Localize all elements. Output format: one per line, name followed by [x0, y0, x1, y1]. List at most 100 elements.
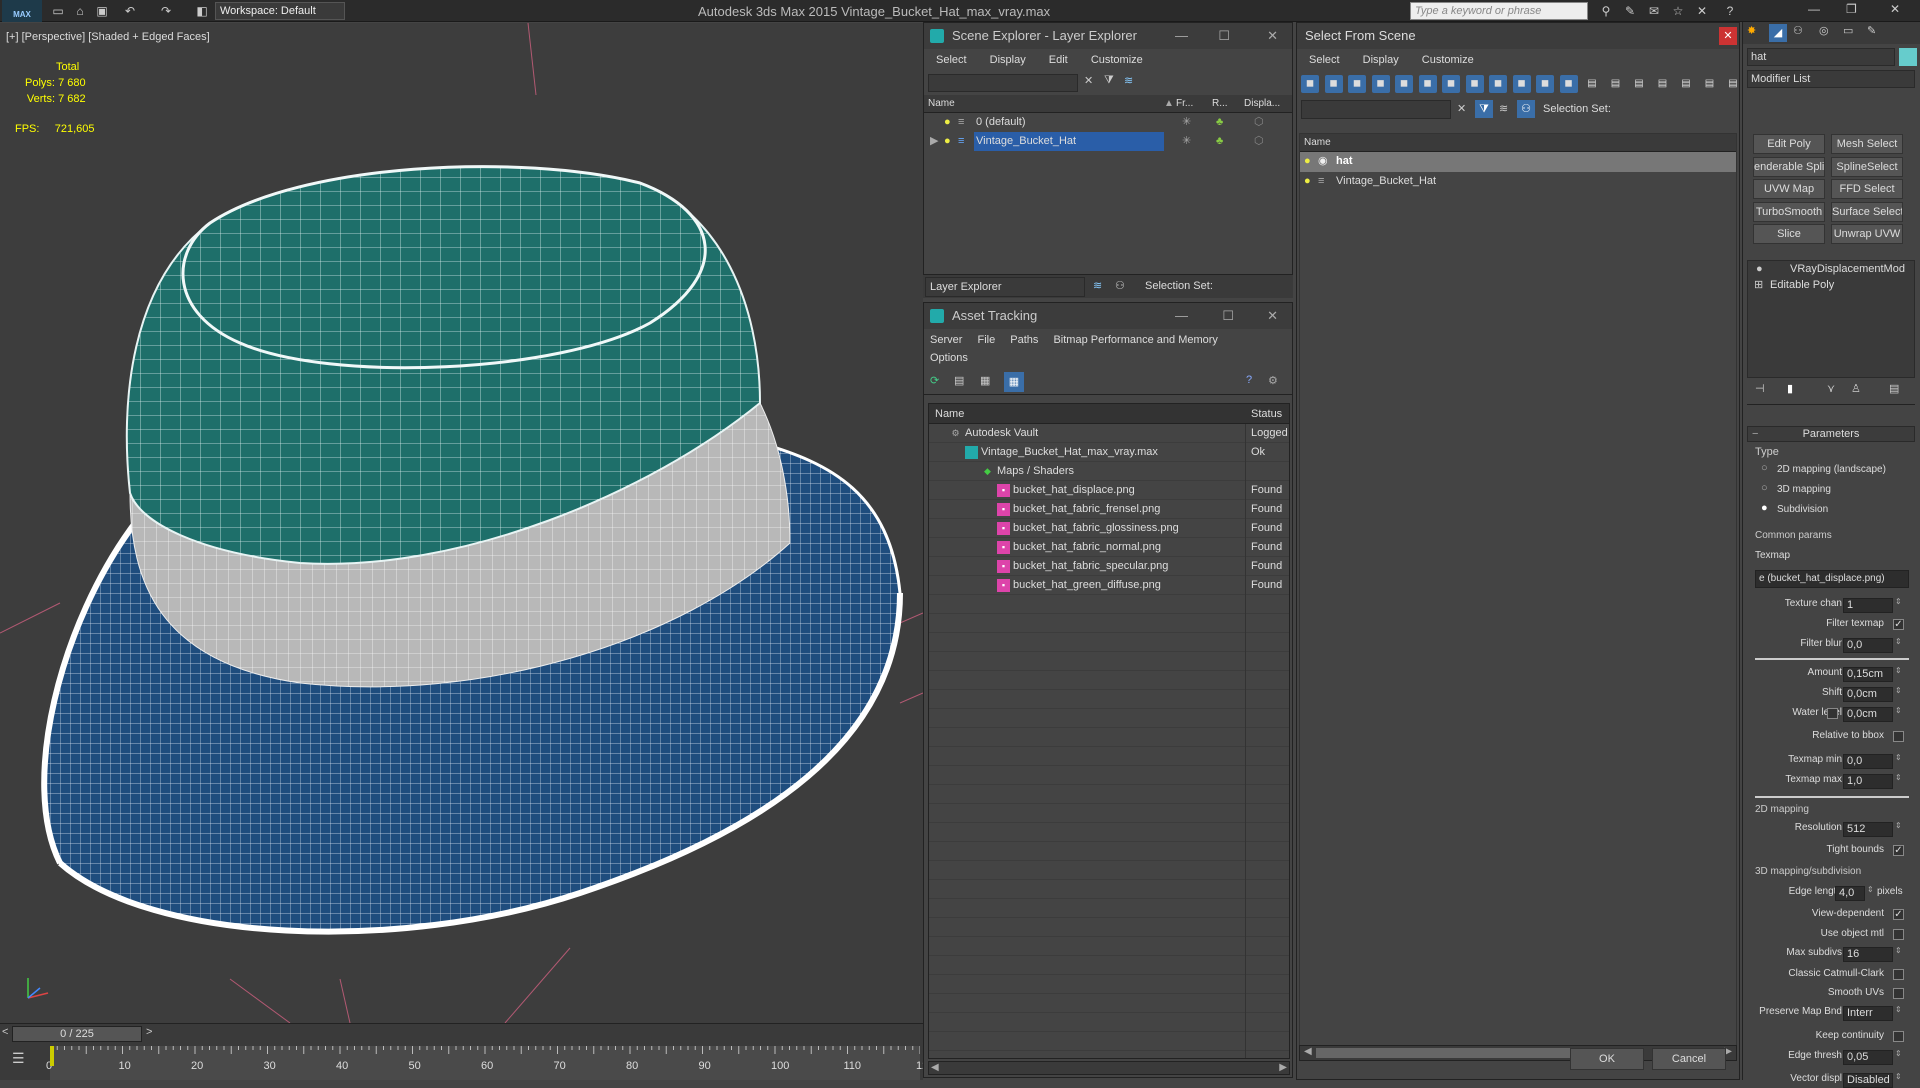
use-object-mtl-checkbox[interactable] — [1893, 929, 1904, 940]
display-cameras-icon[interactable]: ◼ — [1371, 75, 1390, 93]
display-bones-icon[interactable]: ◼ — [1489, 75, 1507, 93]
display-containers-icon[interactable]: ◼ — [1512, 75, 1531, 93]
scene-object-row[interactable]: ● ≡ Vintage_Bucket_Hat — [1300, 172, 1736, 192]
help-icon[interactable]: ? — [1722, 3, 1738, 19]
select-search-input[interactable] — [1301, 100, 1451, 119]
display-none-icon[interactable]: ▤ — [1607, 75, 1625, 93]
texmap-button[interactable]: e (bucket_hat_displace.png) — [1755, 570, 1909, 588]
freeze-icon[interactable]: ✳ — [1182, 113, 1191, 132]
menu-paths[interactable]: Paths — [1010, 334, 1038, 346]
layers-icon[interactable]: ≋ — [1499, 102, 1508, 115]
workspace-dropdown[interactable]: Workspace: Default — [215, 2, 345, 20]
object-color-swatch[interactable] — [1899, 48, 1917, 66]
ok-button[interactable]: OK — [1570, 1048, 1644, 1070]
filter-icon[interactable]: ⧩ — [1475, 100, 1493, 118]
display-xrefs-icon[interactable]: ◼ — [1465, 75, 1484, 93]
col-frozen[interactable]: Fr... — [1176, 95, 1193, 113]
display-all-icon[interactable]: ▤ — [1583, 75, 1601, 93]
lightbulb-icon[interactable]: ● — [1304, 152, 1311, 171]
spinner-arrows-icon[interactable]: ⇕ — [1895, 946, 1902, 955]
create-tab-icon[interactable]: ✸ — [1747, 24, 1756, 37]
modifier-button[interactable]: SplineSelect — [1831, 156, 1903, 177]
make-unique-icon[interactable]: ⋎ — [1827, 382, 1835, 395]
motion-tab-icon[interactable]: ◎ — [1819, 24, 1829, 37]
minimize-icon[interactable]: — — [1808, 2, 1820, 16]
save-file-icon[interactable]: ▣ — [94, 3, 110, 19]
asset-row[interactable]: Vintage_Bucket_Hat_max_vray.max Ok — [929, 443, 1289, 462]
spinner-arrows-icon[interactable]: ⇕ — [1895, 666, 1902, 675]
modifier-button[interactable]: FFD Select — [1831, 179, 1903, 199]
close-icon[interactable]: ✕ — [1267, 303, 1278, 329]
view-dependent-checkbox[interactable]: ✓ — [1893, 909, 1904, 920]
smooth-uvs-checkbox[interactable] — [1893, 988, 1904, 999]
scroll-left-icon[interactable]: ◀ — [931, 1062, 939, 1073]
maximize-icon[interactable]: ☐ — [1222, 303, 1234, 329]
modifier-button[interactable]: Edit Poly — [1753, 134, 1825, 154]
select-scene-titlebar[interactable]: Select From Scene ✕ — [1297, 23, 1739, 49]
asset-tracking-titlebar[interactable]: Asset Tracking — ☐ ✕ — [924, 303, 1292, 329]
menu-bitmap[interactable]: Bitmap Performance and Memory — [1053, 334, 1217, 346]
modifier-button[interactable]: Slice — [1753, 224, 1825, 244]
time-cursor[interactable] — [50, 1046, 54, 1066]
freeze-icon[interactable]: ✳ — [1182, 132, 1191, 151]
texmap-min-spinner[interactable]: 0,0 — [1843, 754, 1893, 769]
spinner-arrows-icon[interactable]: ⇕ — [1895, 1049, 1902, 1058]
menu-display[interactable]: Display — [990, 54, 1026, 66]
spinner-arrows-icon[interactable]: ⇕ — [1895, 773, 1902, 782]
select-invert-icon[interactable]: ▤ — [1701, 75, 1719, 93]
asset-row[interactable]: ▪ bucket_hat_fabric_glossiness.png Found — [929, 519, 1289, 538]
display-icon[interactable]: ⬡ — [1254, 132, 1264, 151]
radio-2d-icon[interactable]: ○ — [1761, 462, 1768, 474]
texture-channel-spinner[interactable]: 1 — [1843, 598, 1893, 613]
app-logo[interactable]: MAX — [2, 0, 42, 22]
prev-frame-icon[interactable]: < — [2, 1026, 8, 1038]
viewport-label[interactable]: [+] [Perspective] [Shaded + Edged Faces] — [6, 31, 210, 43]
asset-row[interactable]: ◆ Maps / Shaders — [929, 462, 1289, 481]
spinner-arrows-icon[interactable]: ⇕ — [1895, 637, 1902, 646]
modifier-button[interactable]: enderable Splir — [1753, 156, 1825, 177]
col-display[interactable]: Displa... — [1244, 95, 1280, 113]
hierarchy-tab-icon[interactable]: ⚇ — [1793, 24, 1803, 37]
thumbnail-view-icon[interactable]: ▦ — [980, 374, 990, 387]
settings-icon[interactable]: ⚙ — [1268, 374, 1278, 387]
resolution-spinner[interactable]: 512 — [1843, 822, 1893, 837]
display-hidden-icon[interactable]: ◼ — [1559, 75, 1578, 93]
display-lights-icon[interactable]: ◼ — [1348, 75, 1366, 93]
modifier-button[interactable]: TurboSmooth — [1753, 201, 1825, 222]
modifier-button[interactable]: Unwrap UVW — [1831, 224, 1903, 244]
col-status[interactable]: Status — [1251, 404, 1282, 424]
texmap-max-spinner[interactable]: 1,0 — [1843, 774, 1893, 789]
keyword-search-input[interactable]: Type a keyword or phrase — [1410, 2, 1588, 20]
communication-icon[interactable]: ✉ — [1646, 3, 1662, 19]
layer-row[interactable]: ● ≡ 0 (default) ✳ ♣ ⬡ — [924, 113, 1292, 132]
display-shapes-icon[interactable]: ◼ — [1324, 75, 1343, 93]
stack-item[interactable]: ⊞ Editable Poly — [1748, 277, 1914, 293]
edge-thresh-spinner[interactable]: 0,05 — [1843, 1050, 1893, 1065]
layers-icon[interactable]: ≋ — [1093, 279, 1102, 292]
tight-bounds-checkbox[interactable]: ✓ — [1893, 845, 1904, 856]
modifier-button[interactable]: Mesh Select — [1831, 134, 1903, 154]
edge-length-spinner[interactable]: 4,0 — [1835, 886, 1865, 901]
close-icon[interactable]: ✕ — [1890, 2, 1900, 16]
time-slider[interactable]: 0 / 225 — [12, 1026, 142, 1042]
spinner-arrows-icon[interactable]: ⇕ — [1895, 821, 1902, 830]
undo-icon[interactable]: ↶ — [122, 3, 138, 19]
remove-modifier-icon[interactable]: ♙ — [1851, 382, 1861, 395]
close-icon[interactable]: ✕ — [1267, 23, 1278, 49]
help-icon[interactable]: ? — [1246, 374, 1252, 386]
collapse-icon[interactable]: − — [1752, 427, 1758, 441]
menu-edit[interactable]: Edit — [1049, 54, 1068, 66]
close-icon[interactable]: ✕ — [1719, 27, 1737, 45]
minimize-icon[interactable]: — — [1175, 303, 1188, 329]
clear-search-icon[interactable]: ✕ — [1457, 102, 1466, 115]
favorites-icon[interactable]: ☆ — [1670, 3, 1686, 19]
radio-3d-icon[interactable]: ○ — [1761, 482, 1768, 494]
pin-stack-icon[interactable]: ⊣ — [1755, 382, 1765, 395]
cancel-button[interactable]: Cancel — [1652, 1048, 1726, 1070]
exchange-icon[interactable]: ✕ — [1694, 3, 1710, 19]
menu-customize[interactable]: Customize — [1422, 54, 1474, 66]
hierarchy-icon[interactable]: ⚇ — [1115, 279, 1125, 292]
hierarchy-icon[interactable]: ⚇ — [1517, 100, 1535, 118]
display-helpers-icon[interactable]: ◼ — [1395, 75, 1413, 93]
open-file-icon[interactable]: ⌂ — [72, 3, 88, 19]
